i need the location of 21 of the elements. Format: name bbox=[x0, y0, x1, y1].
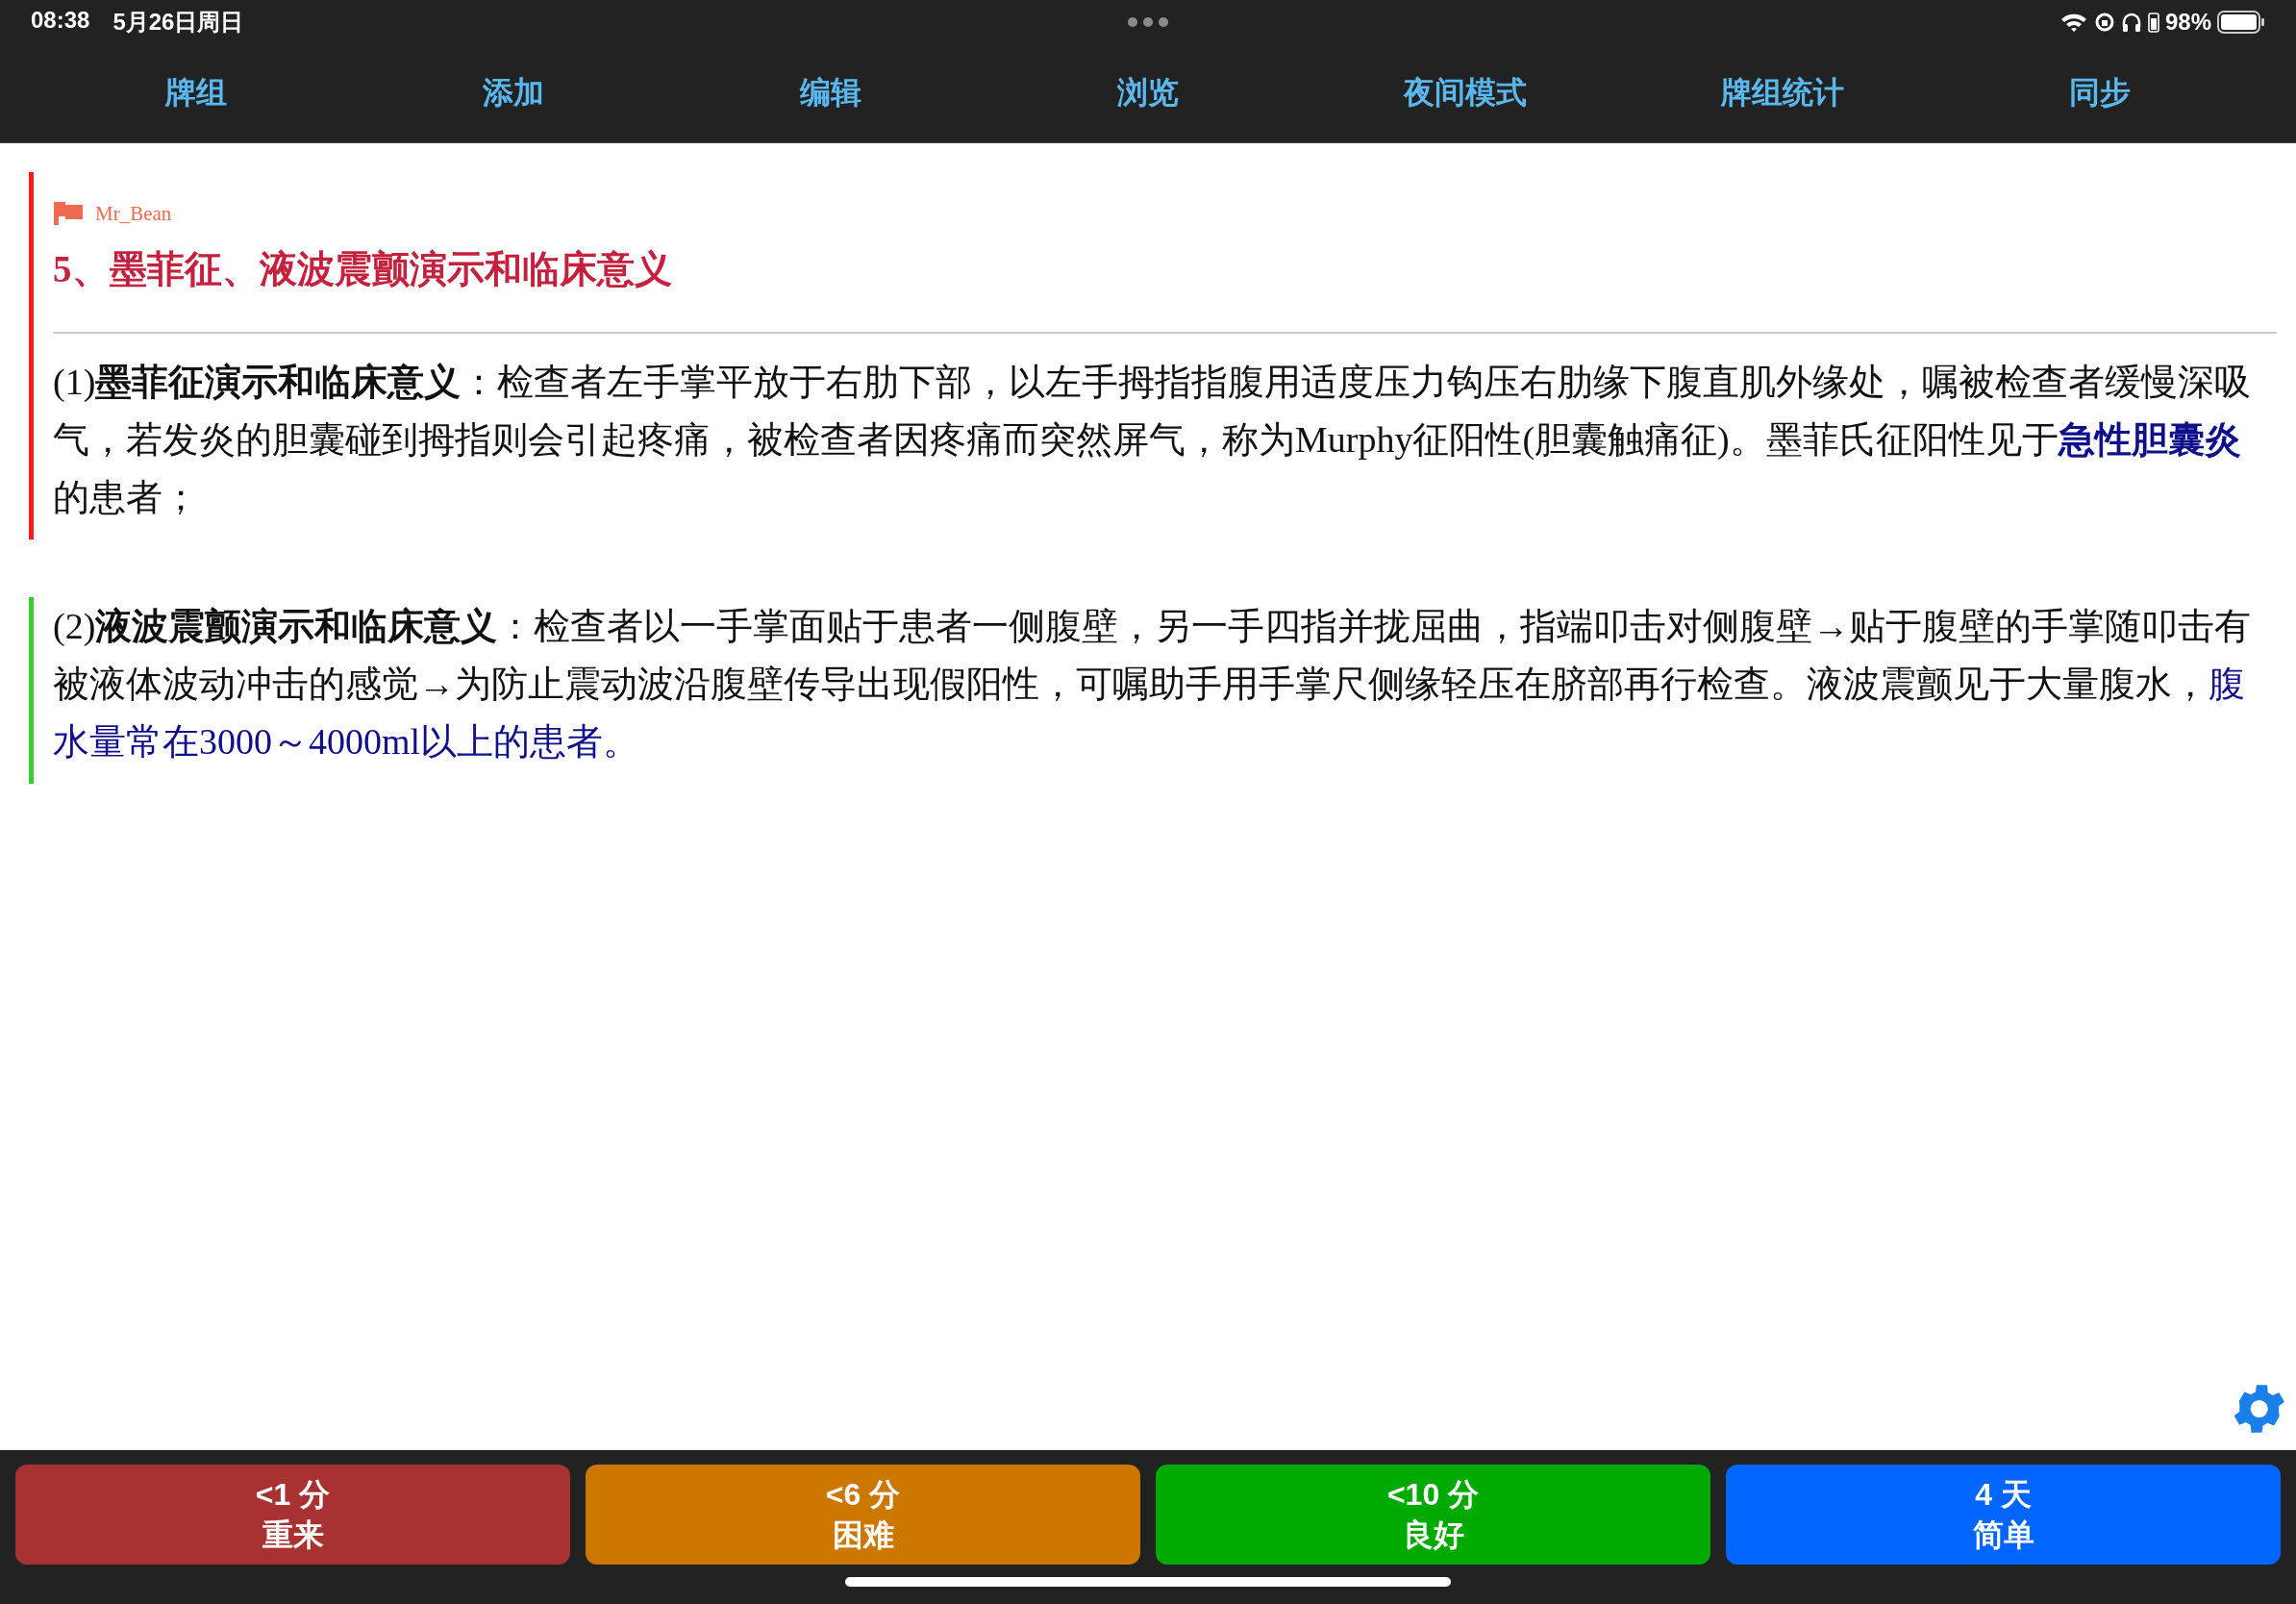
headphones-icon bbox=[2120, 12, 2142, 33]
answer-button[interactable]: <1 分 重来 bbox=[15, 1465, 570, 1565]
card-paragraph: (1)墨菲征演示和临床意义：检查者左手掌平放于右肋下部，以左手拇指指腹用适度压力钩压右肋缘下腹直肌外缘处，嘱被检查者缓慢深吸气，若发炎的胆囊碰到拇指则会引起疼痛，被检查者因疼痛而突然屏气，称为Murphy征阳性(胆囊触痛征)。墨菲氏征阳性见于急性胆囊炎 的患者； bbox=[53, 361, 2253, 519]
flag-icon bbox=[53, 201, 84, 226]
nav-tab[interactable]: 添加 bbox=[479, 66, 548, 120]
more-dots-icon[interactable] bbox=[1127, 16, 1169, 28]
card-title: 5、墨菲征、液波震颤演示和临床意义 bbox=[53, 247, 673, 291]
status-date: 5月26日周日 bbox=[112, 8, 244, 37]
answer-button[interactable]: 4 天 简单 bbox=[1726, 1465, 2281, 1565]
author-name: Mr_Bean bbox=[95, 201, 172, 226]
nav-tab[interactable]: 牌组统计 bbox=[1717, 66, 1848, 120]
nav-tab[interactable]: 牌组 bbox=[162, 66, 231, 120]
battery-icon bbox=[2217, 11, 2265, 34]
nav-tab[interactable]: 编辑 bbox=[796, 66, 865, 120]
card-paragraph: (2)液波震颤演示和临床意义：检查者以一手掌面贴于患者一侧腹壁，另一手四指并拢屈曲，指端叩击对侧腹壁→贴于腹壁的手掌随叩击有被液体波动冲击的感觉→为防止震动波沿腹壁传导出现假阳性，可嘱助手用手掌尺侧缘轻压在脐部再行检查。液波震颤见于大量腹水，腹水量常在3000～4000ml以上的患者。 bbox=[53, 605, 2253, 764]
battery-percent: 98% bbox=[2164, 9, 2211, 36]
status-time: 08:38 bbox=[31, 7, 90, 35]
phone-battery-icon bbox=[2147, 12, 2159, 33]
nav-tab[interactable]: 夜间模式 bbox=[1400, 66, 1531, 120]
nav-tab[interactable]: 浏览 bbox=[1113, 66, 1183, 120]
nav-tab[interactable]: 同步 bbox=[2065, 66, 2134, 120]
